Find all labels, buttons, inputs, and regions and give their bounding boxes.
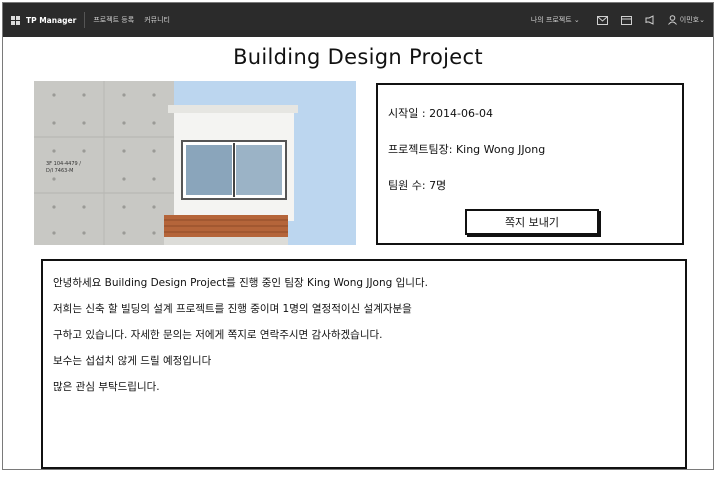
leader-label: 프로젝트팀장: — [388, 143, 453, 156]
top-navigation-bar: TP Manager 프로젝트 등록 커뮤니티 나의 프로젝트 ⌄ 이민호 ⌄ — [3, 3, 713, 37]
nav-register-project[interactable]: 프로젝트 등록 — [93, 15, 134, 25]
description-line: 안녕하세요 Building Design Project를 진행 중인 팀장 … — [53, 277, 428, 289]
brand[interactable]: TP Manager — [11, 15, 77, 25]
user-icon — [667, 15, 677, 25]
members-value: 7명 — [429, 179, 447, 192]
leader-row: 프로젝트팀장: King Wong JJong — [388, 141, 545, 157]
nav-community[interactable]: 커뮤니티 — [144, 15, 170, 25]
description-line: 저희는 신축 할 빌딩의 설계 프로젝트를 진행 중이며 1명의 열정적이신 설… — [53, 303, 412, 315]
my-project-label: 나의 프로젝트 — [530, 16, 572, 24]
notification-icon[interactable] — [644, 13, 658, 27]
photo-sign-text: D/I 7463-M — [46, 168, 73, 174]
user-menu[interactable]: 이민호 ⌄ — [667, 15, 705, 25]
description-line: 많은 관심 부탁드립니다. — [53, 381, 160, 393]
chevron-down-icon: ⌄ — [573, 16, 580, 24]
chevron-down-icon: ⌄ — [699, 16, 705, 24]
project-photo: 3F 104-4479 / D/I 7463-M — [34, 81, 356, 245]
description-line: 보수는 섭섭치 않게 드릴 예정입니다 — [53, 355, 212, 367]
nav-divider — [84, 12, 86, 28]
photo-sign-text: 3F 104-4479 / — [46, 161, 81, 167]
send-message-button[interactable]: 쪽지 보내기 — [465, 209, 599, 235]
members-label: 팀원 수: — [388, 179, 426, 192]
app-window: TP Manager 프로젝트 등록 커뮤니티 나의 프로젝트 ⌄ 이민호 ⌄ — [2, 2, 714, 470]
my-project-menu[interactable]: 나의 프로젝트 ⌄ — [531, 15, 580, 25]
project-title: Building Design Project — [233, 45, 483, 69]
apps-grid-icon — [11, 15, 20, 25]
project-info-box: 시작일 : 2014-06-04 프로젝트팀장: King Wong JJong… — [376, 83, 684, 245]
members-row: 팀원 수: 7명 — [388, 177, 446, 193]
start-date-label: 시작일 : — [388, 107, 426, 120]
description-line: 구하고 있습니다. 자세한 문의는 저에게 쪽지로 연락주시면 감사하겠습니다. — [53, 329, 383, 341]
calendar-icon[interactable] — [620, 13, 634, 27]
project-description-box: 안녕하세요 Building Design Project를 진행 중인 팀장 … — [41, 259, 687, 469]
user-name: 이민호 — [679, 16, 700, 24]
start-date-row: 시작일 : 2014-06-04 — [388, 105, 493, 121]
leader-value: King Wong JJong — [455, 143, 546, 156]
start-date-value: 2014-06-04 — [429, 107, 493, 120]
mail-icon[interactable] — [596, 13, 610, 27]
app-name: TP Manager — [26, 15, 77, 25]
